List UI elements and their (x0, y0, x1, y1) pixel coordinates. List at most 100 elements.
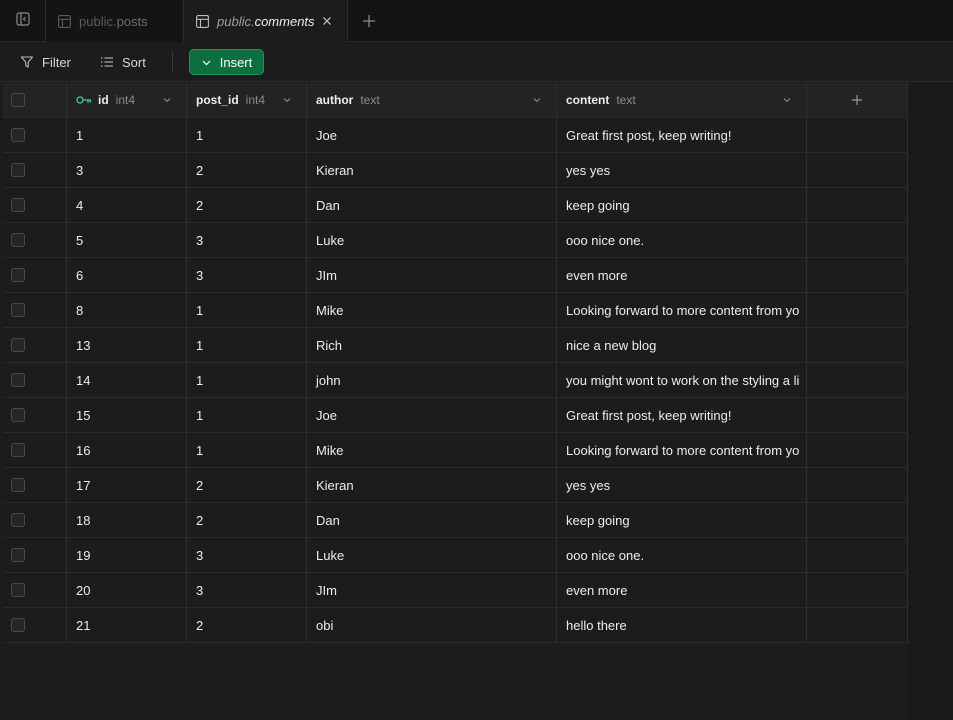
table-row[interactable]: 8 1 Mike Looking forward to more content… (3, 293, 908, 328)
column-header-id[interactable]: id int4 (67, 83, 187, 118)
cell-content[interactable]: even more (557, 258, 807, 293)
cell-content[interactable]: Looking forward to more content from yo (557, 433, 807, 468)
cell-id[interactable]: 1 (67, 118, 187, 153)
row-checkbox[interactable] (11, 233, 25, 247)
table-row[interactable]: 13 1 Rich nice a new blog (3, 328, 908, 363)
cell-id[interactable]: 17 (67, 468, 187, 503)
cell-author[interactable]: Luke (307, 538, 557, 573)
cell-id[interactable]: 14 (67, 363, 187, 398)
table-row[interactable]: 1 1 Joe Great first post, keep writing! (3, 118, 908, 153)
row-checkbox[interactable] (11, 478, 25, 492)
cell-author[interactable]: obi (307, 608, 557, 643)
cell-post-id[interactable]: 1 (187, 433, 307, 468)
row-checkbox[interactable] (11, 408, 25, 422)
row-checkbox[interactable] (11, 163, 25, 177)
cell-author[interactable]: Mike (307, 293, 557, 328)
cell-content[interactable]: keep going (557, 188, 807, 223)
cell-author[interactable]: Rich (307, 328, 557, 363)
table-row[interactable]: 20 3 JIm even more (3, 573, 908, 608)
cell-content[interactable]: Great first post, keep writing! (557, 118, 807, 153)
cell-id[interactable]: 5 (67, 223, 187, 258)
row-checkbox[interactable] (11, 618, 25, 632)
cell-content[interactable]: yes yes (557, 468, 807, 503)
cell-id[interactable]: 15 (67, 398, 187, 433)
chevron-down-icon[interactable] (782, 95, 792, 105)
cell-post-id[interactable]: 1 (187, 328, 307, 363)
insert-button[interactable]: Insert (189, 49, 264, 75)
cell-post-id[interactable]: 3 (187, 573, 307, 608)
cell-post-id[interactable]: 2 (187, 468, 307, 503)
cell-post-id[interactable]: 1 (187, 118, 307, 153)
row-checkbox[interactable] (11, 268, 25, 282)
cell-id[interactable]: 8 (67, 293, 187, 328)
cell-content[interactable]: ooo nice one. (557, 538, 807, 573)
table-row[interactable]: 16 1 Mike Looking forward to more conten… (3, 433, 908, 468)
add-column-button[interactable] (807, 83, 908, 118)
chevron-down-icon[interactable] (282, 95, 292, 105)
cell-author[interactable]: JIm (307, 573, 557, 608)
chevron-down-icon[interactable] (532, 95, 542, 105)
table-row[interactable]: 3 2 Kieran yes yes (3, 153, 908, 188)
cell-author[interactable]: Joe (307, 398, 557, 433)
cell-content[interactable]: Looking forward to more content from yo (557, 293, 807, 328)
table-row[interactable]: 17 2 Kieran yes yes (3, 468, 908, 503)
table-row[interactable]: 14 1 john you might wont to work on the … (3, 363, 908, 398)
cell-content[interactable]: even more (557, 573, 807, 608)
cell-post-id[interactable]: 1 (187, 398, 307, 433)
cell-author[interactable]: Joe (307, 118, 557, 153)
row-checkbox[interactable] (11, 128, 25, 142)
cell-content[interactable]: you might wont to work on the styling a … (557, 363, 807, 398)
row-checkbox[interactable] (11, 548, 25, 562)
column-header-author[interactable]: author text (307, 83, 557, 118)
cell-id[interactable]: 3 (67, 153, 187, 188)
row-checkbox[interactable] (11, 373, 25, 387)
column-header-post-id[interactable]: post_id int4 (187, 83, 307, 118)
table-row[interactable]: 19 3 Luke ooo nice one. (3, 538, 908, 573)
table-row[interactable]: 4 2 Dan keep going (3, 188, 908, 223)
close-icon[interactable] (319, 13, 335, 29)
cell-post-id[interactable]: 3 (187, 223, 307, 258)
cell-author[interactable]: Dan (307, 503, 557, 538)
chevron-down-icon[interactable] (162, 95, 172, 105)
cell-id[interactable]: 16 (67, 433, 187, 468)
cell-author[interactable]: john (307, 363, 557, 398)
cell-id[interactable]: 21 (67, 608, 187, 643)
select-all-checkbox[interactable] (11, 93, 25, 107)
table-row[interactable]: 18 2 Dan keep going (3, 503, 908, 538)
filter-button[interactable]: Filter (20, 42, 71, 82)
sidebar-toggle-button[interactable] (0, 0, 46, 42)
tab-comments[interactable]: public. comments (184, 0, 348, 43)
cell-post-id[interactable]: 1 (187, 293, 307, 328)
cell-post-id[interactable]: 2 (187, 608, 307, 643)
cell-id[interactable]: 6 (67, 258, 187, 293)
cell-post-id[interactable]: 2 (187, 188, 307, 223)
cell-author[interactable]: JIm (307, 258, 557, 293)
cell-id[interactable]: 19 (67, 538, 187, 573)
cell-content[interactable]: Great first post, keep writing! (557, 398, 807, 433)
column-header-content[interactable]: content text (557, 83, 807, 118)
row-checkbox[interactable] (11, 443, 25, 457)
cell-author[interactable]: Luke (307, 223, 557, 258)
table-row[interactable]: 21 2 obi hello there (3, 608, 908, 643)
cell-id[interactable]: 20 (67, 573, 187, 608)
cell-post-id[interactable]: 3 (187, 538, 307, 573)
cell-post-id[interactable]: 2 (187, 503, 307, 538)
row-checkbox[interactable] (11, 338, 25, 352)
cell-post-id[interactable]: 3 (187, 258, 307, 293)
cell-id[interactable]: 18 (67, 503, 187, 538)
cell-id[interactable]: 4 (67, 188, 187, 223)
cell-author[interactable]: Kieran (307, 468, 557, 503)
cell-id[interactable]: 13 (67, 328, 187, 363)
cell-content[interactable]: yes yes (557, 153, 807, 188)
row-checkbox[interactable] (11, 198, 25, 212)
cell-content[interactable]: hello there (557, 608, 807, 643)
table-row[interactable]: 5 3 Luke ooo nice one. (3, 223, 908, 258)
cell-content[interactable]: keep going (557, 503, 807, 538)
sort-button[interactable]: Sort (100, 42, 146, 82)
cell-author[interactable]: Mike (307, 433, 557, 468)
tab-posts[interactable]: public. posts (46, 0, 184, 42)
cell-content[interactable]: ooo nice one. (557, 223, 807, 258)
table-row[interactable]: 15 1 Joe Great first post, keep writing! (3, 398, 908, 433)
row-checkbox[interactable] (11, 583, 25, 597)
new-tab-button[interactable] (360, 12, 378, 35)
